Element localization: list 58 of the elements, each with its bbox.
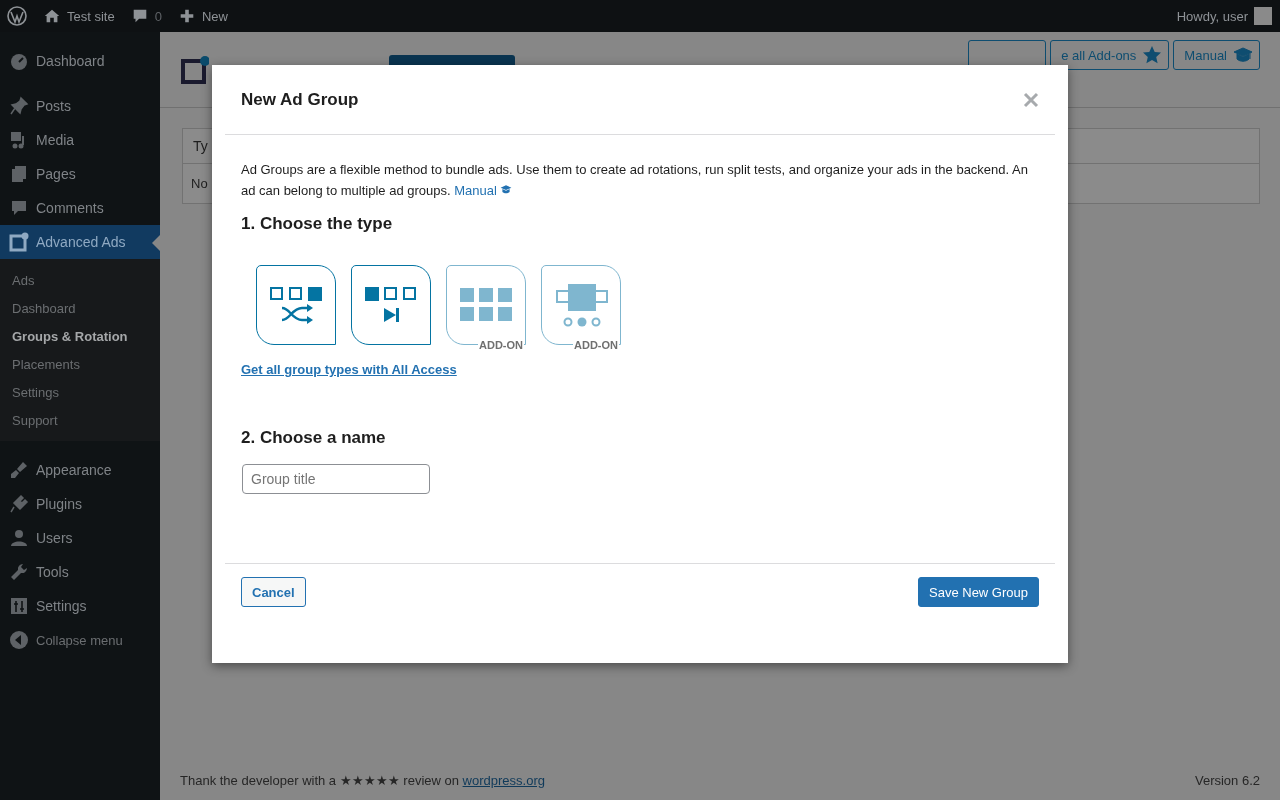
gauge-icon [9,51,29,71]
menu-item[interactable]: Advanced Ads [0,225,160,259]
submenu-item[interactable]: Support [0,406,160,434]
version-text: Version 6.2 [1194,773,1260,788]
save-button[interactable]: Save New Group [918,577,1039,607]
submenu-item[interactable]: Ads [0,266,160,294]
menu-item[interactable]: Tools [0,555,160,589]
menu-item[interactable]: Comments [0,191,160,225]
submenu-item[interactable]: Groups & Rotation [0,322,160,350]
column-header: Ty [193,138,208,154]
new-link[interactable]: New [177,7,228,25]
pages-icon [9,164,29,184]
site-link[interactable]: Test site [43,7,115,25]
ads-logo-icon [181,55,209,84]
wordpress-logo-icon [7,6,27,26]
menu-item[interactable]: Dashboard [0,44,160,78]
avatar-icon [1254,7,1272,25]
sliders-icon [9,596,29,616]
graduation-cap-icon [1233,45,1253,65]
speech-bubble-icon [9,198,29,218]
section-heading: 2. Choose a name [241,428,387,448]
section-heading: 1. Choose the type [241,214,394,234]
menu-item[interactable]: Settings [0,589,160,623]
greeting-text: Howdy, user [1176,8,1248,24]
group-type-option[interactable] [256,265,336,345]
wordpress-link[interactable]: wordpress.org [462,773,545,788]
paintbrush-icon [9,460,29,480]
menu-item[interactable]: Plugins [0,487,160,521]
group-title-field[interactable]: Group title [242,464,430,494]
collapse-menu-button[interactable]: Collapse menu [0,623,160,657]
submenu-item[interactable]: Placements [0,350,160,378]
left-arrow-circle-icon [9,630,29,650]
person-icon [9,528,29,548]
header-button[interactable]: e all Add-ons [1050,40,1170,70]
menu-item[interactable]: Pages [0,157,160,191]
all-access-link[interactable]: Get all group types with All Access [241,362,457,377]
menu-item[interactable]: Media [0,123,160,157]
ads-logo-icon [9,232,29,252]
comments-link[interactable]: 0 [130,7,162,25]
submenu-item[interactable]: Settings [0,378,160,406]
star-icon [1142,45,1163,65]
footer-text: Thank the developer with a ★★★★★ review on wordpress.org [180,773,545,788]
cancel-button[interactable]: Cancel [241,577,306,607]
modal-title: New Ad Group [241,89,359,110]
plug-icon [9,494,29,514]
pushpin-icon [9,96,29,116]
wrench-icon [9,562,29,582]
manual-link[interactable]: Manual [454,183,513,198]
submenu-item[interactable]: Dashboard [0,294,160,322]
table-cell: No [191,176,208,191]
group-type-option[interactable] [351,265,431,345]
description-text: Ad Groups are a flexible method to bundle ads. Use them to create ad rotations, run split tests, and organize your ads in the backend. An ad can belong to multiple ad groups. Manual [241,161,1029,200]
menu-item[interactable]: Appearance [0,453,160,487]
graduation-cap-icon [500,184,513,195]
header-button[interactable]: Manual [1173,40,1260,70]
menu-item[interactable]: Posts [0,89,160,123]
menu-item[interactable]: Users [0,521,160,555]
home-icon [43,7,61,25]
